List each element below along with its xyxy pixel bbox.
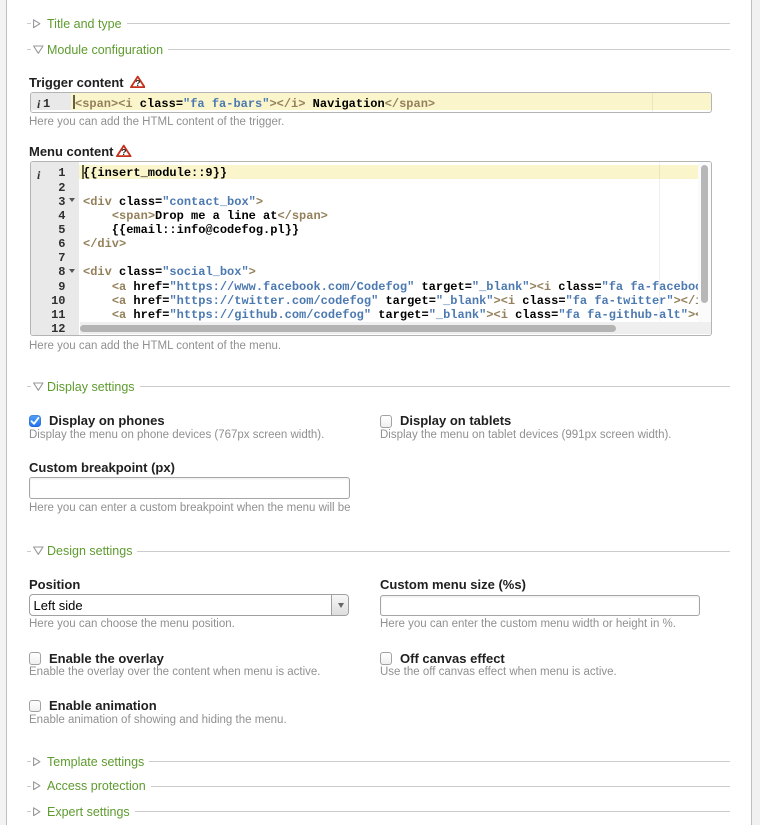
svg-text:?: ?: [121, 147, 126, 157]
svg-text:?: ?: [135, 78, 140, 88]
